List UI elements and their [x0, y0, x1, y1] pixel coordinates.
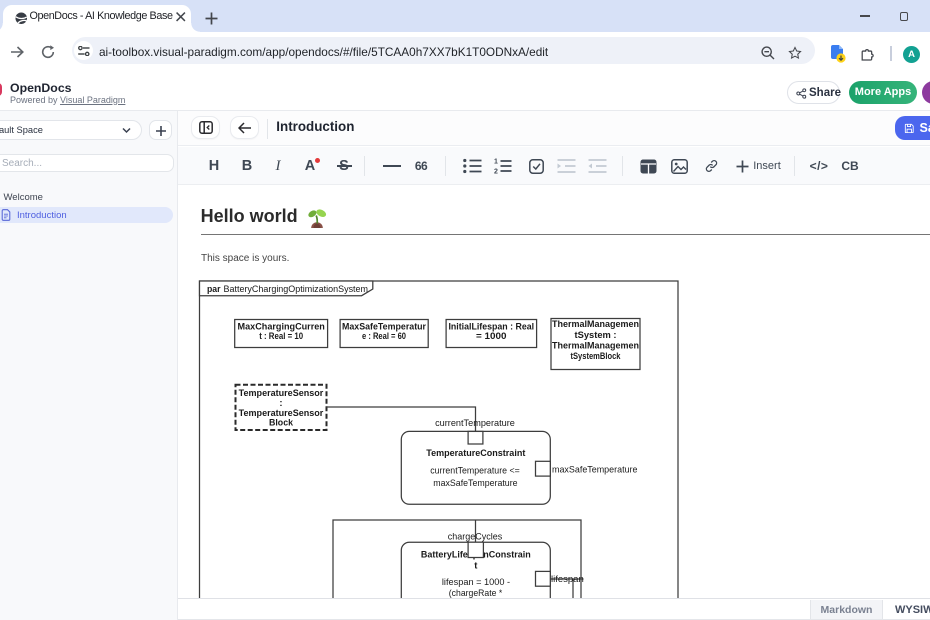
svg-text:par: par: [207, 284, 221, 295]
svg-text:(chargeRate *: (chargeRate *: [449, 588, 503, 598]
svg-text:maxSafeTemperature: maxSafeTemperature: [433, 478, 517, 489]
svg-text:TemperatureConstraint: TemperatureConstraint: [426, 448, 526, 459]
svg-text:currentTemperature: currentTemperature: [435, 418, 515, 429]
svg-text:chargeCycles: chargeCycles: [448, 532, 503, 543]
svg-text:Block: Block: [269, 418, 294, 429]
svg-text:1: 1: [494, 159, 498, 166]
svg-text:t : Real = 10: t : Real = 10: [259, 331, 303, 342]
svg-text:e : Real = 60: e : Real = 60: [362, 331, 406, 342]
svg-text:t: t: [474, 561, 478, 572]
svg-text:maxSafeTemperature: maxSafeTemperature: [552, 465, 638, 476]
svg-text:tSystemBlock: tSystemBlock: [571, 351, 622, 362]
svg-text:ThermalManagemen: ThermalManagemen: [552, 319, 639, 330]
svg-text:lifespan = 1000 -: lifespan = 1000 -: [442, 577, 510, 588]
svg-text:ThermalManagemen: ThermalManagemen: [552, 341, 639, 352]
svg-text:2: 2: [494, 169, 498, 175]
svg-text:= 1000: = 1000: [476, 331, 507, 342]
svg-text:BatteryChargingOptimizationSys: BatteryChargingOptimizationSystem: [224, 284, 369, 295]
svg-text:currentTemperature <=: currentTemperature <=: [430, 465, 520, 476]
svg-text:lifespan: lifespan: [551, 574, 584, 585]
